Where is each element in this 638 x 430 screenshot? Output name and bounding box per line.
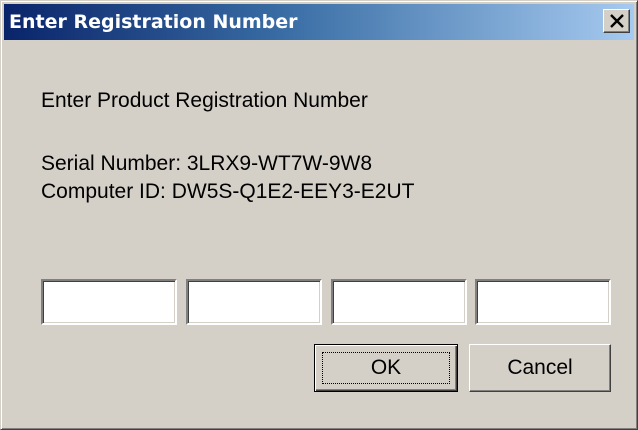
title-bar[interactable]: Enter Registration Number [4, 4, 634, 40]
registration-field-4[interactable] [475, 279, 611, 325]
registration-field-1[interactable] [41, 279, 177, 325]
computer-id-label: Computer ID: DW5S-Q1E2-EEY3-E2UT [41, 180, 415, 203]
serial-number-label: Serial Number: 3LRX9-WT7W-9W8 [41, 152, 373, 175]
window-title: Enter Registration Number [9, 11, 298, 33]
registration-field-3[interactable] [331, 279, 467, 325]
registration-field-2[interactable] [186, 279, 322, 325]
ok-button[interactable]: OK [314, 344, 458, 392]
cancel-button[interactable]: Cancel [469, 344, 611, 392]
ok-button-label: OK [322, 352, 450, 384]
prompt-label: Enter Product Registration Number [41, 89, 368, 112]
close-icon [610, 14, 624, 28]
registration-dialog: Enter Registration Number Enter Product … [0, 0, 638, 430]
close-button[interactable] [603, 9, 630, 33]
